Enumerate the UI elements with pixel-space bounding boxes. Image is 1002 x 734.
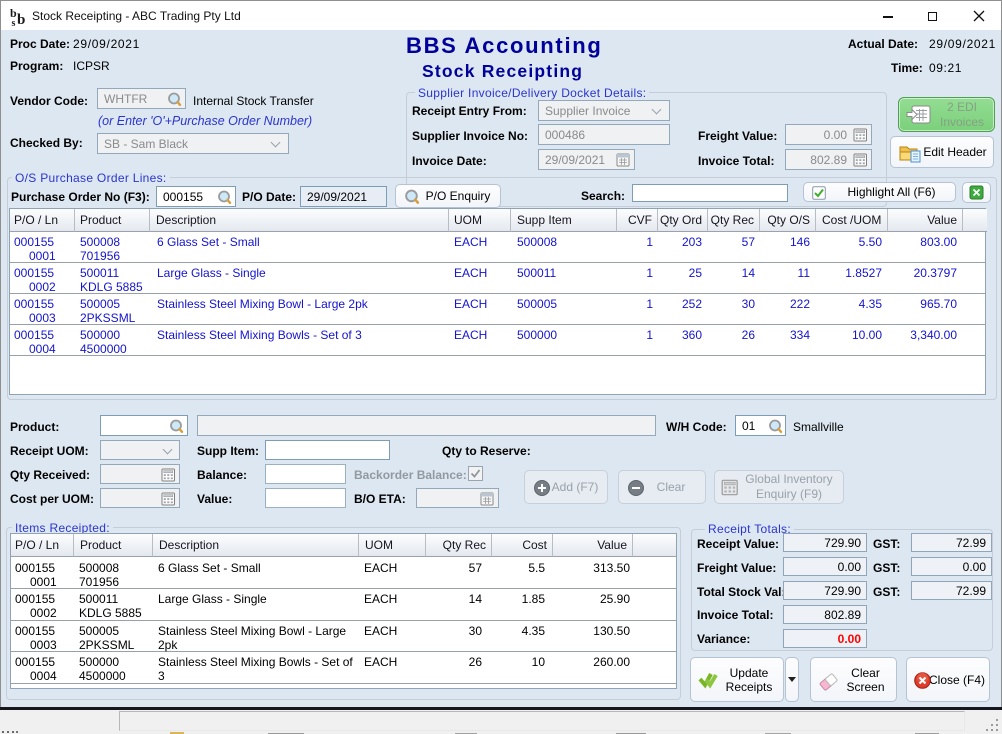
svg-text:b: b bbox=[17, 12, 25, 28]
svg-text:s: s bbox=[12, 18, 16, 28]
